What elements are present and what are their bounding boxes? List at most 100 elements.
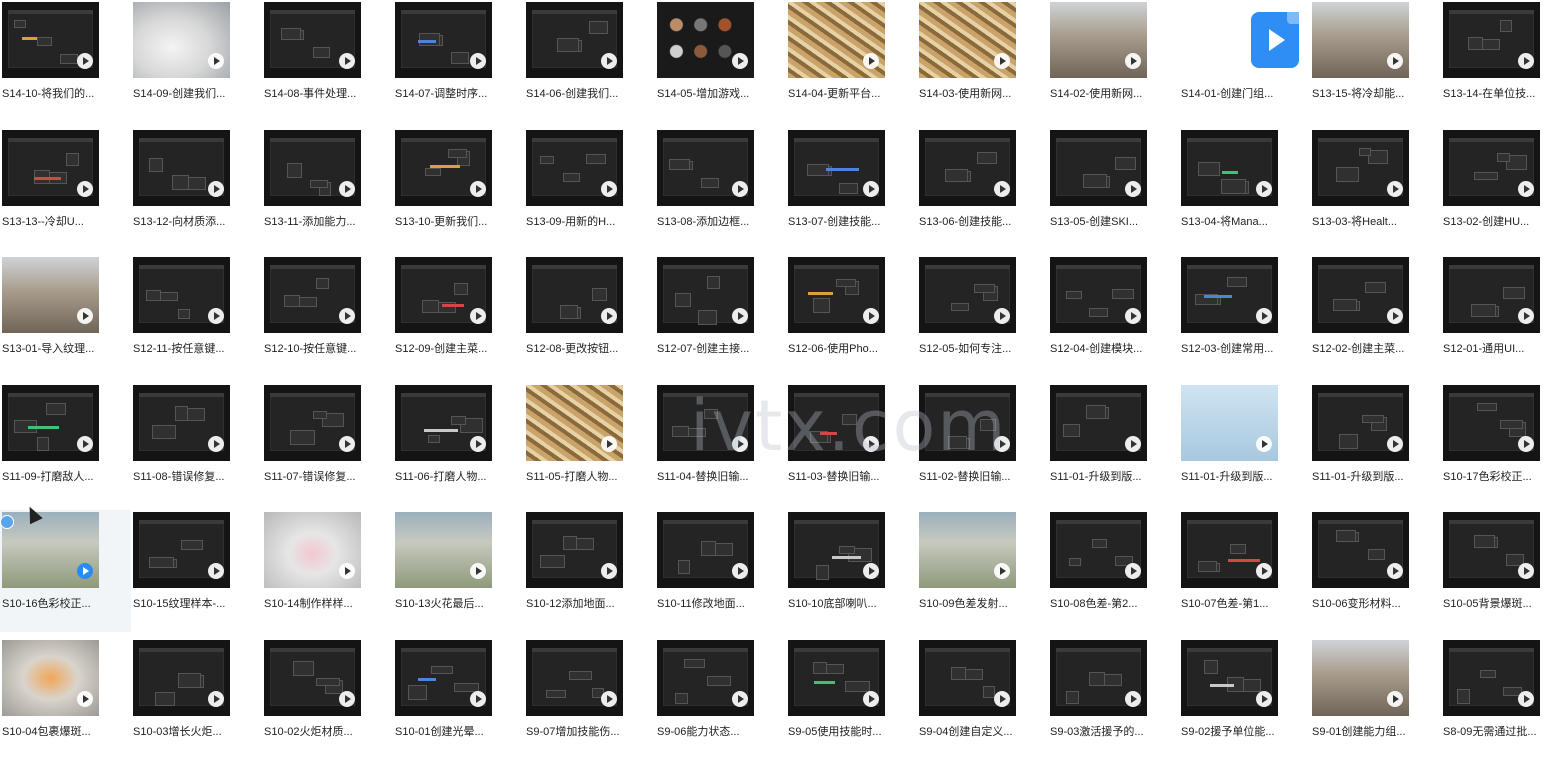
video-thumbnail xyxy=(526,2,623,78)
video-file-item[interactable]: S10-01创建光晕... xyxy=(393,638,524,760)
editor-node xyxy=(428,434,440,443)
editor-toolbar xyxy=(925,265,1010,269)
video-file-item[interactable]: S10-02火炬材质... xyxy=(262,638,393,760)
editor-toolbar xyxy=(1187,265,1272,269)
video-thumbnail xyxy=(264,512,361,588)
video-file-item[interactable]: S14-06-创建我们... xyxy=(524,0,655,122)
video-file-item[interactable]: S13-11-添加能力... xyxy=(262,128,393,250)
video-file-item[interactable]: S11-01-升级到版... xyxy=(1310,383,1441,505)
video-file-item[interactable]: S13-14-在单位技... xyxy=(1441,0,1551,122)
video-file-item[interactable]: S13-15-将冷却能... xyxy=(1310,0,1441,122)
video-file-item[interactable]: S13-13--冷却U... xyxy=(0,128,131,250)
video-file-item[interactable]: S14-02-使用新网... xyxy=(1048,0,1179,122)
video-file-item[interactable]: S9-02援予单位能... xyxy=(1179,638,1310,760)
video-file-item[interactable]: S14-01-创建门组... xyxy=(1179,0,1310,122)
video-file-item[interactable]: S11-06-打磨人物... xyxy=(393,383,524,505)
video-file-item[interactable]: S10-14制作样样... xyxy=(262,510,393,632)
video-file-item[interactable]: S12-11-按任意键... xyxy=(131,255,262,377)
video-file-item[interactable]: S14-03-使用新网... xyxy=(917,0,1048,122)
editor-node xyxy=(701,541,716,556)
video-file-item[interactable]: S10-11修改地面... xyxy=(655,510,786,632)
editor-toolbar xyxy=(1318,137,1403,142)
video-file-item[interactable]: S12-10-按任意键... xyxy=(262,255,393,377)
file-name-label: S9-03激活援予的... xyxy=(1050,725,1144,738)
video-file-item[interactable]: S11-09-打磨敌人... xyxy=(0,383,131,505)
file-name-label: S10-16色彩校正... xyxy=(2,598,91,610)
video-file-item[interactable]: S12-02-创建主菜... xyxy=(1310,255,1441,377)
video-file-item[interactable]: S10-12添加地面... xyxy=(524,510,655,632)
video-file-item[interactable]: S13-10-更新我们... xyxy=(393,128,524,250)
editor-toolbar xyxy=(139,392,224,397)
video-file-icon xyxy=(1251,12,1299,68)
video-file-item[interactable]: S11-08-错误修复... xyxy=(131,383,262,505)
selection-checkbox-icon[interactable] xyxy=(0,515,14,529)
video-file-item[interactable]: S12-04-创建模块... xyxy=(1048,255,1179,377)
editor-toolbar xyxy=(1449,137,1534,142)
video-thumbnail xyxy=(2,257,99,333)
video-file-item[interactable]: S9-05使用技能时... xyxy=(786,638,917,760)
file-name-label: S13-09-用新的H... xyxy=(526,215,616,228)
video-file-item[interactable]: S10-13火花最后... xyxy=(393,510,524,632)
editor-node xyxy=(1092,539,1107,548)
video-file-item[interactable]: S10-17色彩校正... xyxy=(1441,383,1551,505)
video-file-item[interactable]: S13-12-向材质添... xyxy=(131,128,262,250)
play-icon xyxy=(1256,435,1272,452)
video-file-item[interactable]: S10-08色差-第2... xyxy=(1048,510,1179,632)
video-file-item[interactable]: S13-08-添加边框... xyxy=(655,128,786,250)
editor-toolbar xyxy=(401,265,486,269)
video-file-item[interactable]: S10-04包裹爆斑... xyxy=(0,638,131,760)
video-file-item[interactable]: S8-09无需通过批... xyxy=(1441,638,1551,760)
video-file-item[interactable]: S14-05-增加游戏... xyxy=(655,0,786,122)
play-icon xyxy=(1256,180,1272,197)
video-file-item[interactable]: S12-08-更改按钮... xyxy=(524,255,655,377)
video-file-item[interactable]: S9-06能力状态... xyxy=(655,638,786,760)
video-file-item[interactable]: S10-10底部喇叭... xyxy=(786,510,917,632)
video-file-item[interactable]: S14-09-创建我们... xyxy=(131,0,262,122)
video-file-item[interactable]: S13-07-创建技能... xyxy=(786,128,917,250)
file-name-label: S12-03-创建常用... xyxy=(1181,343,1274,355)
play-icon xyxy=(77,435,93,452)
video-file-item[interactable]: S13-02-创建HU... xyxy=(1441,128,1551,250)
video-file-item[interactable]: S11-01-升级到版... xyxy=(1179,383,1310,505)
editor-accent xyxy=(808,292,833,295)
video-file-item[interactable]: S13-09-用新的H... xyxy=(524,128,655,250)
video-file-item[interactable]: S10-05背景爆斑... xyxy=(1441,510,1551,632)
play-icon xyxy=(470,308,486,324)
video-file-item[interactable]: S12-03-创建常用... xyxy=(1179,255,1310,377)
video-file-item[interactable]: S10-09色差发射... xyxy=(917,510,1048,632)
video-file-item[interactable]: S14-08-事件处理... xyxy=(262,0,393,122)
video-file-item[interactable]: S13-03-将Healt... xyxy=(1310,128,1441,250)
video-file-item[interactable]: S12-07-创建主接... xyxy=(655,255,786,377)
play-icon xyxy=(339,53,355,69)
video-file-item[interactable]: S9-07增加技能伤... xyxy=(524,638,655,760)
video-file-item[interactable]: S13-05-创建SKI... xyxy=(1048,128,1179,250)
video-file-item[interactable]: S13-04-将Mana... xyxy=(1179,128,1310,250)
video-file-item[interactable]: S10-15纹理样本-... xyxy=(131,510,262,632)
video-file-item[interactable]: S10-07色差-第1... xyxy=(1179,510,1310,632)
file-name-label: S14-03-使用新网... xyxy=(919,88,1012,100)
editor-node xyxy=(974,284,995,293)
video-file-item[interactable]: S11-07-错误修复... xyxy=(262,383,393,505)
play-icon xyxy=(1387,690,1403,707)
editor-node xyxy=(672,425,689,437)
video-file-item[interactable]: S12-05-如何专注... xyxy=(917,255,1048,377)
video-file-item[interactable]: S14-04-更新平台... xyxy=(786,0,917,122)
video-file-item[interactable]: S9-03激活援予的... xyxy=(1048,638,1179,760)
video-file-item[interactable]: S12-01-通用UI... xyxy=(1441,255,1551,377)
video-file-item[interactable]: S9-01创建能力组... xyxy=(1310,638,1441,760)
video-file-item[interactable]: S11-05-打磨人物... xyxy=(524,383,655,505)
video-file-item[interactable]: S13-01-导入纹理... xyxy=(0,255,131,377)
video-file-item[interactable]: S9-04创建自定义... xyxy=(917,638,1048,760)
video-file-item[interactable]: S13-06-创建技能... xyxy=(917,128,1048,250)
editor-toolbar xyxy=(8,392,93,397)
video-file-item[interactable]: S14-07-调整时序... xyxy=(393,0,524,122)
video-thumbnail xyxy=(788,512,885,588)
video-file-item[interactable]: S10-16色彩校正... xyxy=(0,510,131,632)
video-file-item[interactable]: S10-03增长火炬... xyxy=(131,638,262,760)
editor-toolbar xyxy=(1187,647,1272,652)
video-file-item[interactable]: S11-01-升级到版... xyxy=(1048,383,1179,505)
video-file-item[interactable]: S14-10-将我们的... xyxy=(0,0,131,122)
video-file-item[interactable]: S10-06变形材料... xyxy=(1310,510,1441,632)
video-file-item[interactable]: S12-06-使用Pho... xyxy=(786,255,917,377)
video-file-item[interactable]: S12-09-创建主菜... xyxy=(393,255,524,377)
